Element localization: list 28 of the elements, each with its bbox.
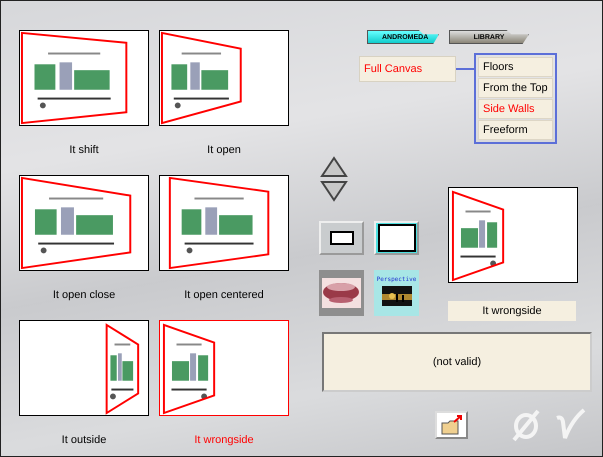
preview-thumbnail[interactable]	[19, 175, 149, 271]
small-frame-button[interactable]	[319, 221, 364, 255]
preview-thumbnail[interactable]	[19, 320, 149, 416]
thumbnail-label: It wrongside	[194, 434, 254, 446]
large-frame-button[interactable]	[374, 221, 419, 255]
frame-icon	[330, 231, 354, 245]
thumbnail-label: It open close	[52, 289, 116, 301]
export-button[interactable]	[435, 411, 468, 439]
preview-thumbnail[interactable]	[159, 320, 289, 416]
preview-thumbnail[interactable]	[159, 30, 289, 126]
up-arrow-button[interactable]	[319, 156, 349, 180]
frame-icon	[378, 224, 416, 252]
down-arrow-button[interactable]	[319, 180, 349, 204]
thumbnail-label: It shift	[69, 144, 99, 156]
option-item[interactable]: From the Top	[478, 78, 553, 98]
status-text: (not valid)	[432, 356, 482, 368]
option-item[interactable]: Freeform	[478, 120, 553, 140]
preview-label: It wrongside	[448, 301, 576, 321]
thumbnail-label: It open centered	[184, 289, 264, 301]
folder-icon	[440, 415, 462, 435]
up-arrow-icon	[320, 156, 348, 178]
option-item[interactable]: Floors	[478, 57, 553, 77]
thumbnail-label: It outside	[62, 434, 106, 446]
cancel-icon	[510, 408, 542, 442]
thumbnail-label: It open	[207, 144, 241, 156]
down-arrow-icon	[320, 180, 348, 202]
preview-thumbnail[interactable]	[19, 30, 149, 126]
preview-thumbnail[interactable]	[159, 175, 289, 271]
